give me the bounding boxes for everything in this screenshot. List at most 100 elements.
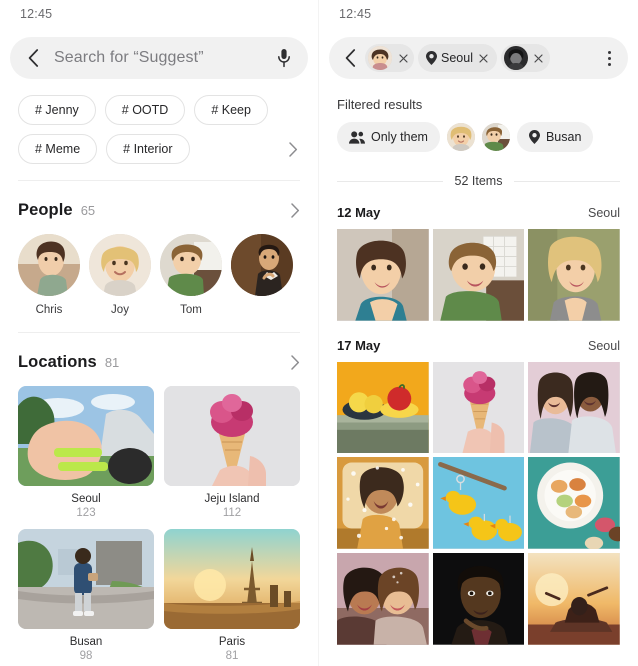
avatar[interactable]: [160, 234, 222, 296]
more-vertical-icon[interactable]: [598, 47, 620, 69]
filtered-avatar[interactable]: [481, 123, 510, 151]
date-label: 12 May: [337, 205, 381, 220]
location-card[interactable]: Busan 98: [18, 529, 154, 662]
filter-chip-label: Seoul: [441, 51, 473, 65]
person-item[interactable]: [231, 234, 293, 316]
date-group-header: 12 May Seoul: [319, 188, 638, 220]
status-bar-clock: 12:45: [20, 7, 53, 21]
chevron-left-icon[interactable]: [339, 47, 361, 69]
photo-thumbnail[interactable]: [337, 457, 429, 549]
status-bar-clock: 12:45: [339, 7, 372, 21]
people-group-icon: [349, 130, 365, 144]
chevron-right-icon[interactable]: [291, 203, 300, 218]
search-input[interactable]: Search for “Suggest”: [54, 49, 274, 67]
locations-section-header[interactable]: Locations 81: [0, 333, 318, 372]
location-card[interactable]: Paris 81: [164, 529, 300, 662]
location-card[interactable]: Seoul 123: [18, 386, 154, 519]
filtered-results-chips: Only them Busan: [319, 112, 638, 152]
person-item[interactable]: Chris: [18, 234, 80, 316]
only-them-label: Only them: [371, 130, 428, 144]
filter-chip-person[interactable]: [365, 44, 414, 72]
photo-thumbnail[interactable]: [337, 229, 429, 321]
date-place: Seoul: [588, 338, 620, 353]
suggested-tags: # Jenny # OOTD # Keep # Meme # Interior: [0, 79, 318, 164]
only-them-chip[interactable]: Only them: [337, 122, 440, 152]
search-bar[interactable]: Search for “Suggest”: [10, 37, 308, 79]
tag-chip[interactable]: # Keep: [194, 95, 268, 125]
tag-chip[interactable]: # OOTD: [104, 95, 186, 125]
divider-line: [514, 180, 620, 182]
location-count: 112: [222, 507, 242, 519]
location-thumbnail[interactable]: [18, 386, 154, 486]
photo-grid: [319, 353, 638, 645]
locations-grid: Seoul 123 Jeju Island 112 Busan 98 Paris…: [0, 372, 318, 662]
photo-thumbnail[interactable]: [528, 553, 620, 645]
items-count-label: 52 Items: [454, 174, 503, 188]
locations-title: Locations: [18, 353, 97, 371]
tag-row-1: # Jenny # OOTD # Keep: [18, 95, 300, 125]
people-count: 65: [80, 203, 96, 218]
location-count: 98: [79, 650, 93, 662]
status-bar-right: 12:45: [319, 0, 638, 28]
app-root: 12:45 Search for “Suggest” # Jenny # OOT…: [0, 0, 638, 666]
photo-thumbnail[interactable]: [528, 229, 620, 321]
filter-chip-person[interactable]: [500, 44, 550, 72]
date-place: Seoul: [588, 206, 620, 220]
people-section-header[interactable]: People 65: [0, 181, 318, 220]
filtered-results-title: Filtered results: [337, 97, 423, 112]
photo-thumbnail[interactable]: [432, 229, 525, 321]
photo-grid: [319, 220, 638, 321]
filter-chip-location[interactable]: Seoul: [418, 44, 497, 72]
date-label: 17 May: [337, 337, 381, 353]
filtered-results-panel: 12:45 Seoul Filtered results Only them B…: [319, 0, 638, 666]
photo-thumbnail[interactable]: [528, 361, 620, 454]
filtered-avatar[interactable]: [446, 123, 475, 151]
person-name: Tom: [180, 304, 202, 316]
avatar[interactable]: [18, 234, 80, 296]
tag-chip[interactable]: # Meme: [18, 134, 98, 164]
tag-chip[interactable]: # Jenny: [18, 95, 96, 125]
avatar: [368, 46, 392, 70]
avatar[interactable]: [89, 234, 151, 296]
filtered-location-chip[interactable]: Busan: [516, 122, 594, 152]
location-count: 81: [225, 650, 239, 662]
close-icon[interactable]: [396, 51, 410, 65]
items-count-divider: 52 Items: [319, 152, 638, 188]
date-group-header: 17 May Seoul: [319, 321, 638, 353]
divider-line: [337, 180, 443, 182]
photo-thumbnail[interactable]: [432, 553, 525, 645]
filter-search-bar: Seoul: [329, 37, 628, 79]
location-thumbnail[interactable]: [164, 386, 300, 486]
person-item[interactable]: Joy: [89, 234, 151, 316]
location-thumbnail[interactable]: [18, 529, 154, 629]
location-thumbnail[interactable]: [164, 529, 300, 629]
person-name: Chris: [35, 304, 63, 316]
location-name: Jeju Island: [204, 493, 260, 505]
locations-count: 81: [104, 355, 120, 370]
photo-thumbnail[interactable]: [432, 361, 525, 454]
location-name: Paris: [218, 636, 246, 648]
location-name: Seoul: [71, 493, 101, 505]
chevron-right-icon[interactable]: [291, 355, 300, 370]
photo-thumbnail[interactable]: [337, 361, 429, 454]
location-count: 123: [76, 507, 96, 519]
photo-thumbnail[interactable]: [337, 553, 429, 645]
location-pin-icon: [528, 130, 540, 144]
close-icon[interactable]: [532, 51, 546, 65]
person-item[interactable]: Tom: [160, 234, 222, 316]
chevron-left-icon[interactable]: [22, 47, 44, 69]
location-card[interactable]: Jeju Island 112: [164, 386, 300, 519]
avatar[interactable]: [231, 234, 293, 296]
chevron-right-icon[interactable]: [289, 141, 300, 157]
location-name: Busan: [69, 636, 103, 648]
microphone-icon[interactable]: [274, 47, 294, 69]
photo-thumbnail[interactable]: [528, 457, 620, 549]
status-bar-left: 12:45: [0, 0, 318, 28]
photo-thumbnail[interactable]: [432, 457, 525, 550]
avatar: [503, 46, 528, 70]
tag-chip[interactable]: # Interior: [106, 134, 190, 164]
search-suggestions-panel: 12:45 Search for “Suggest” # Jenny # OOT…: [0, 0, 319, 666]
close-icon[interactable]: [477, 51, 491, 65]
location-pin-icon: [426, 51, 437, 65]
tag-row-2: # Meme # Interior: [18, 134, 300, 164]
